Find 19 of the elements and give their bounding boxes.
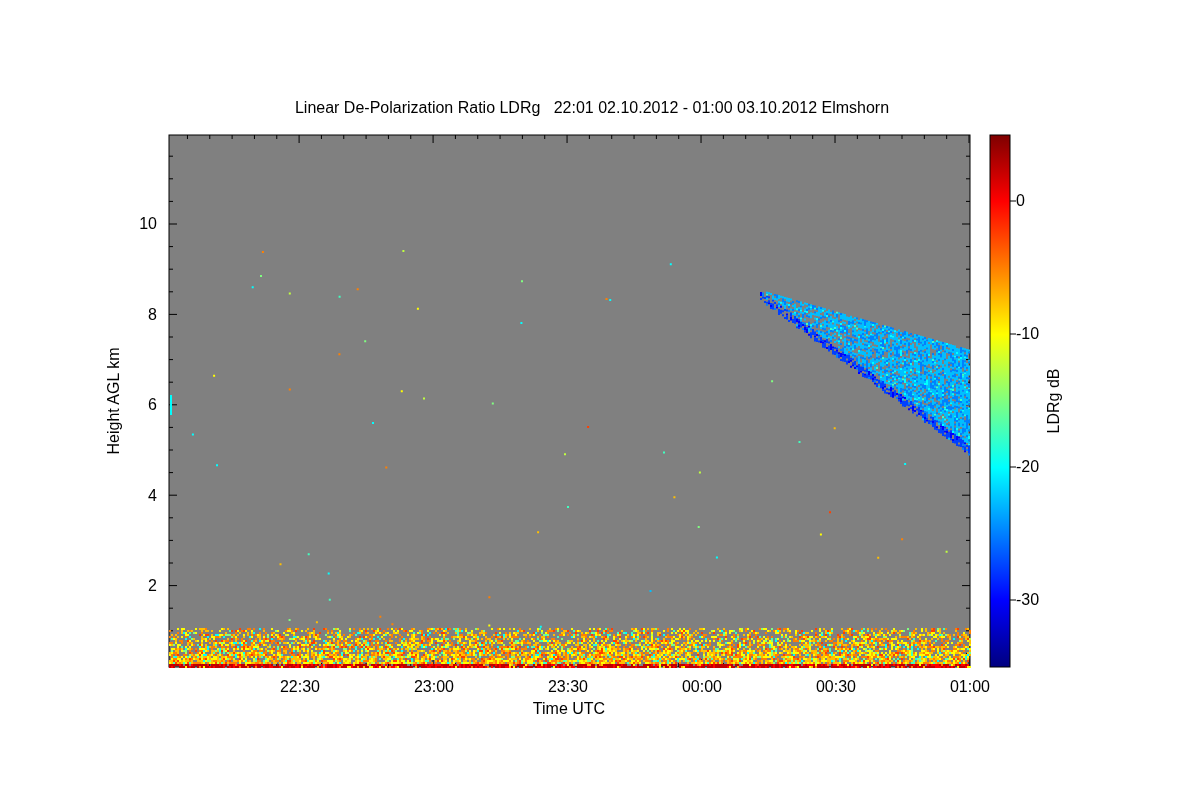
x-tick-label: 23:30 <box>548 678 588 695</box>
y-tick-label: 4 <box>148 486 157 504</box>
x-tick-label: 00:30 <box>816 678 856 695</box>
x-tick-label: 23:00 <box>414 678 454 695</box>
x-tick-label: 22:30 <box>280 678 320 695</box>
y-tick-label: 10 <box>139 215 157 232</box>
colorbar-tick-label: -30 <box>1016 591 1040 608</box>
y-tick-label: 6 <box>148 396 157 413</box>
plot-title: Linear De-Polarization Ratio LDRg 22:01 02.10.2012 - 01:00 03.10.2012 Elmshorn <box>294 99 890 116</box>
colorbar-tick-label: -10 <box>1016 325 1040 342</box>
y-tick-label: 8 <box>148 305 157 323</box>
y-axis-label: Height AGL km <box>105 347 122 455</box>
colorbar-label: LDRg dB <box>1045 368 1062 434</box>
colorbar-tick-label: -20 <box>1016 458 1040 475</box>
x-tick-label: 01:00 <box>950 678 990 695</box>
x-tick-label: 00:00 <box>682 678 722 695</box>
colorbar-tick-label: 0 <box>1016 192 1025 209</box>
y-tick-label: 2 <box>148 577 157 594</box>
x-axis-label: Time UTC <box>532 700 606 717</box>
